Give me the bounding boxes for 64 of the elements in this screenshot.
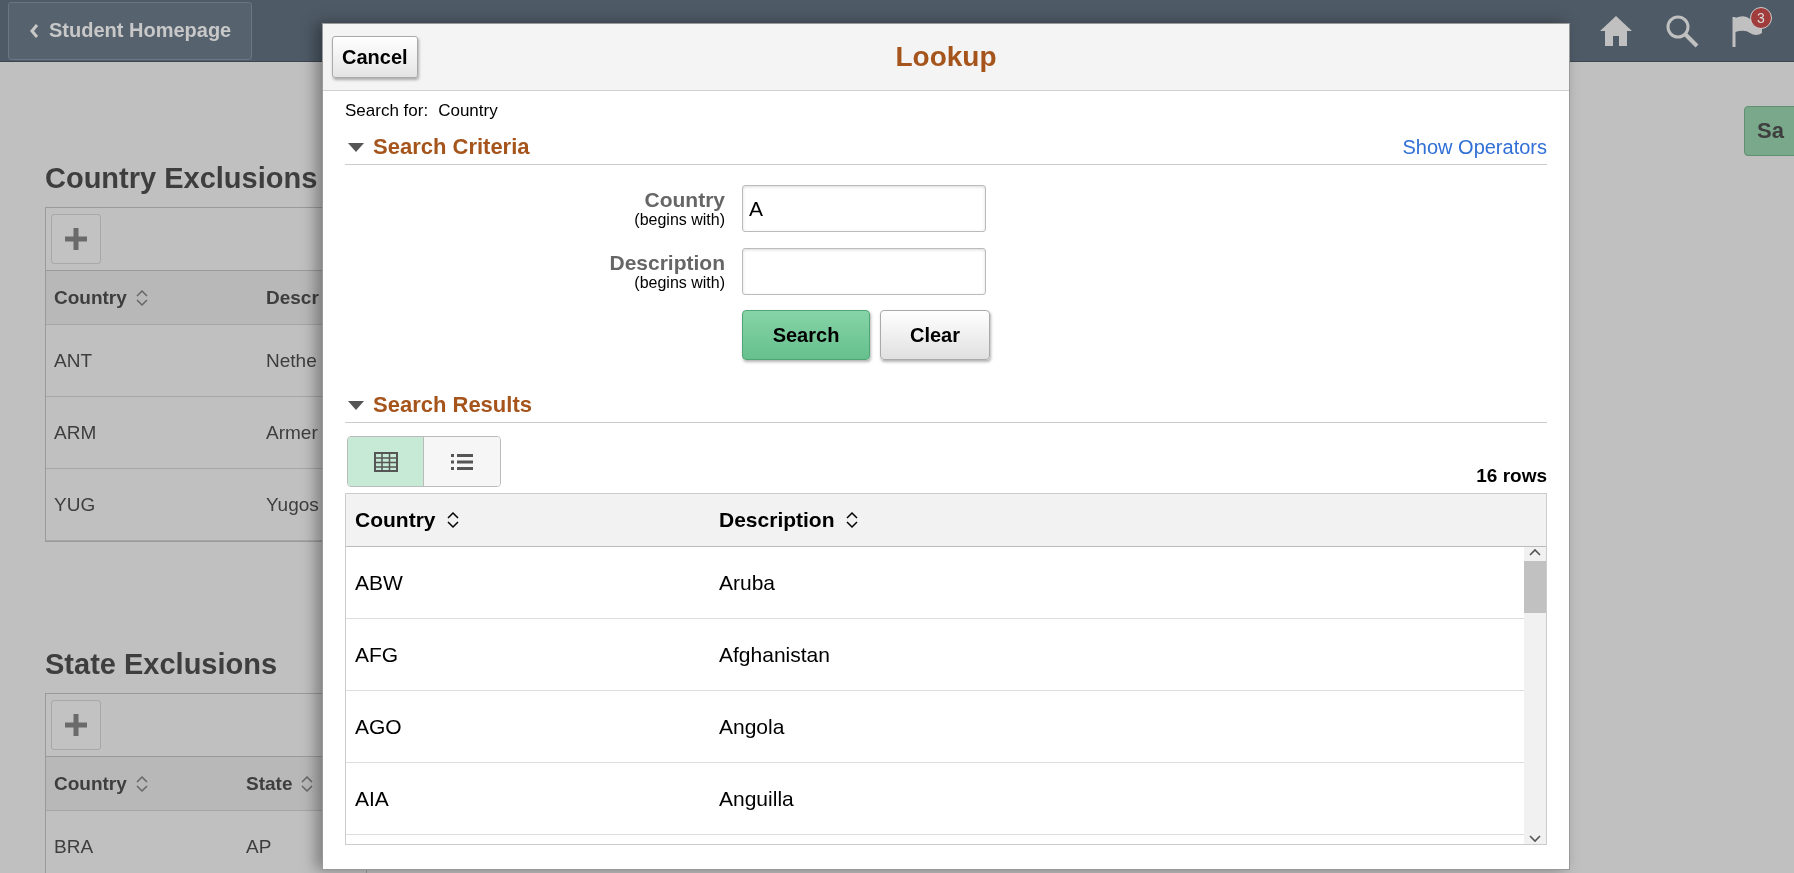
sort-icon (134, 773, 149, 794)
back-button[interactable]: Student Homepage (8, 1, 253, 60)
table-cell[interactable]: AGO (355, 714, 719, 739)
row-count: 16 rows (1476, 465, 1547, 487)
sort-icon (134, 287, 149, 308)
section-title: Country Exclusions (45, 162, 319, 195)
dialog-title: Lookup (895, 41, 997, 73)
list-icon (450, 451, 474, 472)
table-cell-text: Nethe (266, 349, 318, 372)
add-button[interactable] (51, 700, 101, 750)
view-toggle[interactable] (347, 436, 501, 487)
scroll-down-icon[interactable] (1529, 834, 1541, 844)
input-field[interactable] (742, 248, 986, 295)
column-header[interactable]: Country (54, 286, 127, 309)
column-header[interactable]: State (246, 772, 293, 795)
home-icon[interactable] (1598, 13, 1634, 48)
column-header[interactable]: Descr (266, 286, 319, 309)
table-cell-text: BRA (54, 835, 95, 858)
notification-badge: 3 (1750, 6, 1772, 29)
list-view-button[interactable] (424, 437, 500, 486)
search-button[interactable]: Search (742, 310, 870, 360)
sort-icon (445, 510, 460, 530)
table-cell-text: Armer (266, 421, 319, 444)
cancel-button[interactable]: Cancel (332, 36, 418, 78)
scroll-up-icon[interactable] (1529, 547, 1541, 557)
field-label: Country (644, 187, 725, 212)
column-header[interactable]: Country (355, 508, 436, 532)
table-cell-text: YUG (54, 493, 97, 516)
table-cell-text: ARM (54, 421, 98, 444)
scrollbar[interactable] (1524, 547, 1546, 844)
table-cell-text: AP (246, 835, 273, 858)
save-button[interactable]: Sa (1744, 106, 1794, 156)
search-for-label: Search for: (345, 101, 429, 121)
sort-icon (844, 510, 859, 530)
show-operators-link[interactable]: Show Operators (1402, 135, 1547, 159)
add-button[interactable] (51, 214, 101, 264)
chevron-left-icon (29, 22, 39, 39)
field-hint: (begins with) (634, 211, 725, 230)
search-for-value: Country (438, 101, 498, 121)
field-hint: (begins with) (634, 274, 725, 293)
table-cell[interactable]: AIA (355, 786, 719, 811)
column-header[interactable]: Country (54, 772, 127, 795)
plus-icon (63, 712, 89, 738)
table-cell[interactable]: Afghanistan (719, 642, 1524, 667)
table-cell[interactable]: ABW (355, 570, 719, 595)
grid-view-button[interactable] (348, 437, 424, 486)
table-cell[interactable]: Angola (719, 714, 1524, 739)
grid-icon (373, 451, 398, 472)
section-title: Search Criteria (373, 134, 530, 160)
plus-icon (63, 226, 89, 252)
table-cell[interactable]: Anguilla (719, 786, 1524, 811)
field-label: Description (609, 250, 725, 275)
table-cell-text: ANT (54, 349, 93, 372)
scrollbar-thumb[interactable] (1524, 561, 1546, 613)
table-cell[interactable]: AFG (355, 642, 719, 667)
clear-button[interactable]: Clear (880, 310, 990, 360)
section-title: Search Results (373, 392, 532, 418)
collapse-icon[interactable] (347, 399, 365, 411)
input-field[interactable]: A (742, 185, 986, 232)
sort-icon (300, 773, 315, 794)
column-header[interactable]: Description (719, 508, 835, 532)
table-cell[interactable]: Aruba (719, 570, 1524, 595)
table-cell-text: Yugos (266, 493, 320, 516)
collapse-icon[interactable] (347, 141, 365, 153)
